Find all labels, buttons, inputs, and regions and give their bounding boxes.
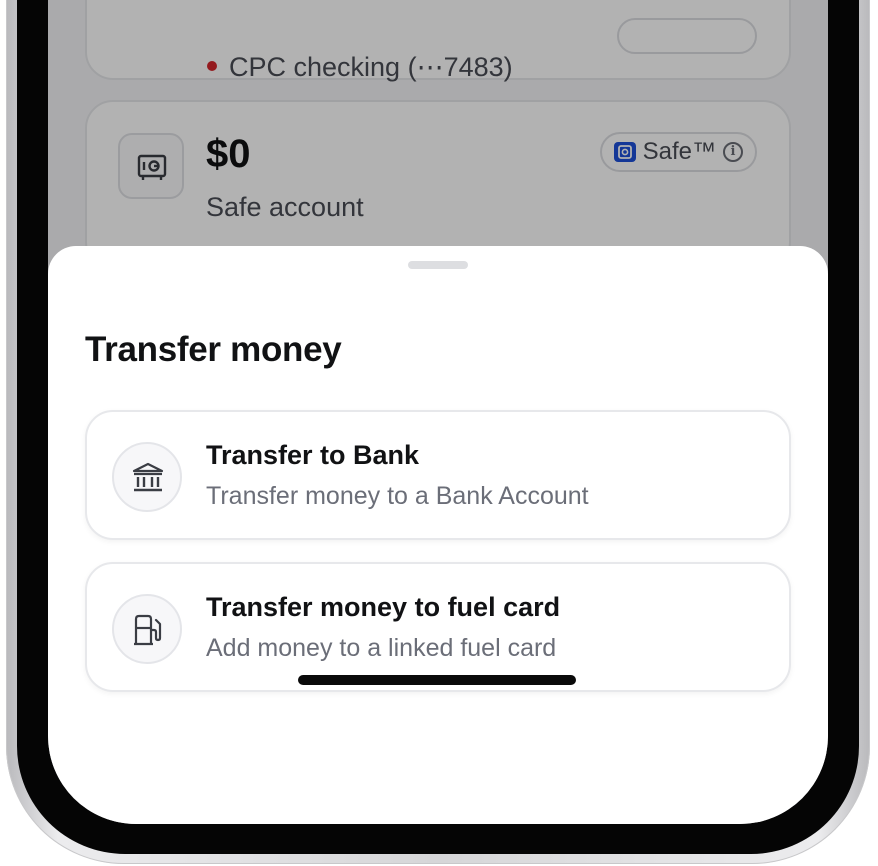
option-subtitle: Transfer money to a Bank Account [206,482,589,510]
sheet-title: Transfer money [85,330,342,369]
transfer-bottom-sheet: Transfer money Transfer to Bank Transfer… [48,246,828,824]
sheet-grabber[interactable] [408,261,468,269]
option-subtitle: Add money to a linked fuel card [206,634,557,662]
stage: CPC checking (⋯7483) $0 Safe account Saf… [0,0,878,866]
fuel-pump-icon [112,594,182,664]
bank-icon [112,442,182,512]
transfer-to-bank-option[interactable]: Transfer to Bank Transfer money to a Ban… [85,410,791,540]
transfer-to-fuel-card-option[interactable]: Transfer money to fuel card Add money to… [85,562,791,692]
phone-screen: CPC checking (⋯7483) $0 Safe account Saf… [48,0,828,824]
option-title: Transfer money to fuel card [206,592,561,622]
option-title: Transfer to Bank [206,440,420,470]
home-indicator[interactable] [298,675,576,685]
